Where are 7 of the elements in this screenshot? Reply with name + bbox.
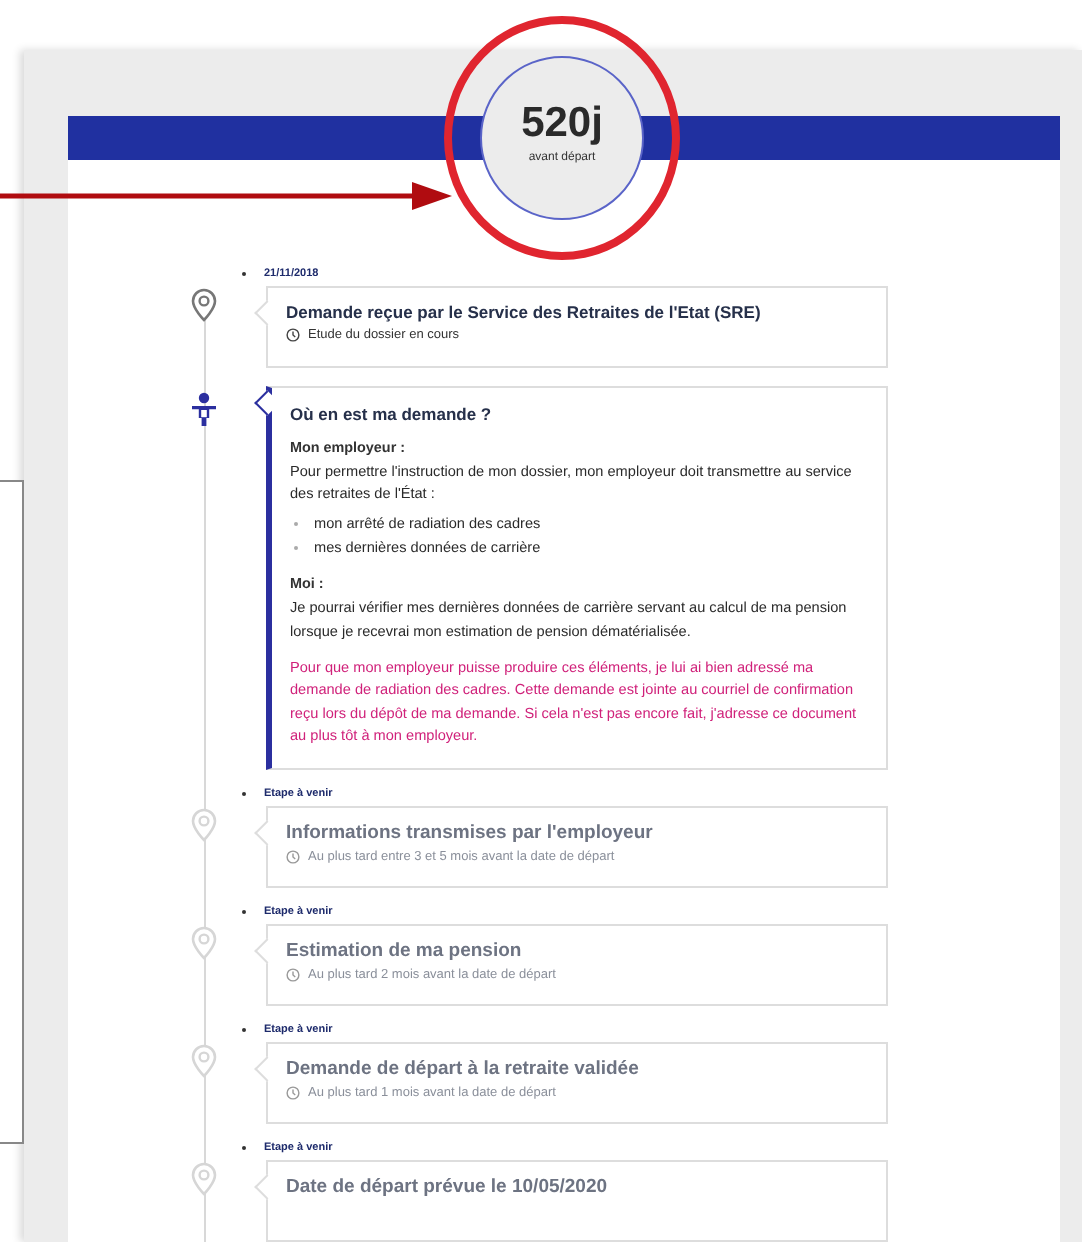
step-title: Où en est ma demande ? — [290, 404, 494, 424]
step-title: Informations transmises par l'employeur — [286, 822, 655, 845]
step-title: Estimation de ma pension — [286, 940, 524, 963]
step-title: Demande de départ à la retraite validée — [286, 1058, 641, 1081]
countdown-value: 520j — [521, 101, 603, 143]
step-title: Date de départ prévue le 10/05/2020 — [286, 1176, 610, 1199]
step-title: Demande reçue par le Service des Retraites de l'Etat (SRE) — [286, 302, 763, 322]
